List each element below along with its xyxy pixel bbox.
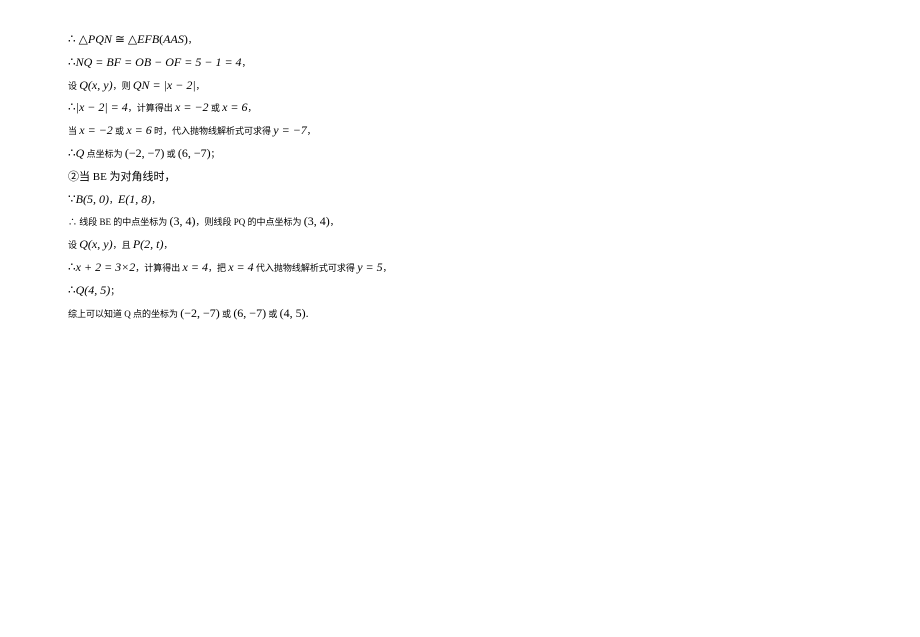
text-line: ∵B(5, 0)，E(1, 8)， (68, 188, 668, 211)
math-text: ∴ (68, 100, 76, 114)
math-text: B(5, 0) (76, 192, 109, 206)
punct: ； (110, 286, 119, 296)
cj-text: ，则线段 PQ 的中点坐标为 (196, 217, 304, 227)
cj-text: ，且 (113, 240, 133, 250)
punct: ， (330, 217, 339, 227)
math-text: y = 5 (357, 260, 382, 274)
text-line: 设 Q(x, y)，则 QN = |x − 2|， (68, 74, 668, 97)
text-line: ②当 BE 为对角线时， (68, 165, 668, 188)
text-line: ∴ 线段 BE 的中点坐标为 (3, 4)，则线段 PQ 的中点坐标为 (3, … (68, 210, 668, 233)
document-page: ∴ △PQN ≅ △EFB(AAS)， ∴NQ = BF = OB − OF =… (0, 0, 668, 324)
cj-text: 设 (68, 81, 79, 91)
math-text: ≅ △ (112, 32, 137, 46)
math-text: ∴ (68, 260, 76, 274)
text-line: ∴x + 2 = 3×2，计算得出 x = 4，把 x = 4 代入抛物线解析式… (68, 256, 668, 279)
math-text: (4, 5). (280, 306, 309, 320)
cj-text: 时，代入抛物线解析式可求得 (152, 126, 274, 136)
cj-text: 或 (113, 126, 127, 136)
cj-text: 点坐标为 (84, 149, 125, 159)
cj-text: ，则 (113, 81, 133, 91)
math-text: NQ = BF = OB − OF = 5 − 1 = 4 (76, 55, 242, 69)
text-line: ∴NQ = BF = OB − OF = 5 − 1 = 4， (68, 51, 668, 74)
text-line: ∴|x − 2| = 4，计算得出 x = −2 或 x = 6， (68, 96, 668, 119)
text-line: ∴Q 点坐标为 (−2, −7) 或 (6, −7)； (68, 142, 668, 165)
math-text: (6, −7) (178, 146, 211, 160)
cj-text: ，计算得出 (128, 103, 175, 113)
punct: ， (188, 35, 197, 45)
math-text: x = 4 (183, 260, 208, 274)
math-text: (−2, −7) (180, 306, 220, 320)
math-text: x + 2 = 3×2 (76, 260, 136, 274)
punct: ； (211, 149, 220, 159)
math-text: AAS (163, 32, 184, 46)
math-text: (6, −7) (233, 306, 266, 320)
cj-text: ∴ 线段 BE 的中点坐标为 (68, 217, 170, 227)
math-text: (3, 4) (304, 214, 330, 228)
cj-text: 代入抛物线解析式可求得 (254, 263, 358, 273)
punct: ， (164, 240, 173, 250)
text-line: 当 x = −2 或 x = 6 时，代入抛物线解析式可求得 y = −7， (68, 119, 668, 142)
math-text: ∴ (68, 146, 76, 160)
cj-text: 设 (68, 240, 79, 250)
cj-text: 或 (266, 309, 280, 319)
math-text: x = −2 (175, 100, 209, 114)
text-line: 综上可以知道 Q 点的坐标为 (−2, −7) 或 (6, −7) 或 (4, … (68, 302, 668, 325)
math-text: Q(4, 5) (76, 283, 111, 297)
math-text: x = −2 (79, 123, 113, 137)
math-text: x = 6 (222, 100, 247, 114)
math-text: ∴ (68, 283, 76, 297)
math-text: ∴ △ (68, 32, 88, 46)
punct: ， (248, 103, 257, 113)
text-line: ∴Q(4, 5)； (68, 279, 668, 302)
math-text: EFB (137, 32, 159, 46)
cj-text: 或 (209, 103, 223, 113)
punct: ， (307, 126, 316, 136)
cj-text: 或 (164, 149, 178, 159)
cj-text: 当 (68, 126, 79, 136)
math-text: ∴ (68, 55, 76, 69)
math-text: |x − 2| = 4 (76, 100, 128, 114)
punct: ， (151, 195, 160, 205)
math-text: ∵ (68, 192, 76, 206)
math-text: Q(x, y) (79, 78, 112, 92)
math-text: (−2, −7) (125, 146, 165, 160)
punct: ， (196, 81, 205, 91)
math-text: P(2, t) (133, 237, 164, 251)
punct: ， (242, 58, 251, 68)
punct: ， (383, 263, 392, 273)
text-line: ∴ △PQN ≅ △EFB(AAS)， (68, 28, 668, 51)
math-text: QN = |x − 2| (133, 78, 196, 92)
cj-text: ②当 BE 为对角线时， (68, 171, 176, 183)
punct: ， (109, 195, 118, 205)
cj-text: ，计算得出 (135, 263, 182, 273)
math-text: y = −7 (273, 123, 307, 137)
cj-text: 综上可以知道 Q 点的坐标为 (68, 309, 180, 319)
math-text: Q(x, y) (79, 237, 112, 251)
math-text: E(1, 8) (118, 192, 151, 206)
math-text: x = 6 (126, 123, 151, 137)
math-text: Q (76, 146, 85, 160)
text-line: 设 Q(x, y)，且 P(2, t)， (68, 233, 668, 256)
cj-text: ，把 (208, 263, 228, 273)
cj-text: 或 (220, 309, 234, 319)
math-text: PQN (88, 32, 112, 46)
math-text: x = 4 (228, 260, 253, 274)
math-text: (3, 4) (170, 214, 196, 228)
